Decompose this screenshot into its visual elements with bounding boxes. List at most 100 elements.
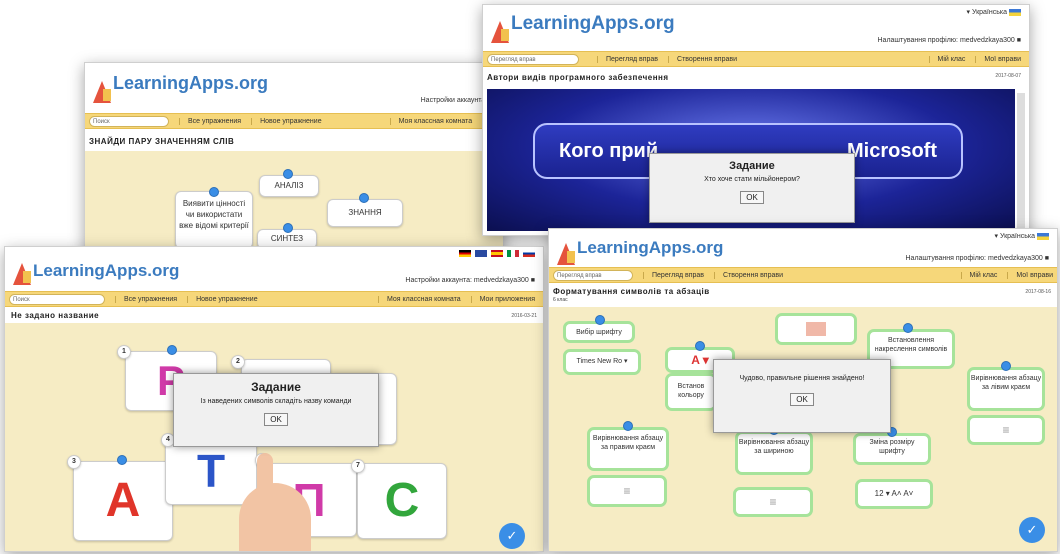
card-justify-icon[interactable]: ≡ bbox=[733, 487, 813, 517]
card-size-value[interactable]: 12 ▾ A˄ A˅ bbox=[855, 479, 933, 509]
nav-my-exercises[interactable]: Мої вправи bbox=[1007, 271, 1053, 279]
nav-classroom[interactable]: Моя классная комната bbox=[389, 117, 472, 125]
finger-icon bbox=[257, 453, 273, 503]
nav-all-exercises[interactable]: Все упражнения bbox=[115, 295, 177, 303]
nav-create[interactable]: Створення вправи bbox=[668, 55, 737, 63]
dialog-title: Задание bbox=[729, 160, 775, 172]
nav-create[interactable]: Створення вправи bbox=[714, 271, 783, 279]
logo-text: LearningApps.org bbox=[511, 13, 675, 34]
nav-new-exercise[interactable]: Новое упражнение bbox=[187, 295, 258, 303]
card-value[interactable]: Виявити цінності чи використати вже відо… bbox=[175, 191, 253, 249]
card-color[interactable]: Встанов кольору bbox=[665, 373, 717, 411]
logo-icon bbox=[93, 81, 111, 103]
letter-card[interactable]: Т bbox=[165, 437, 257, 505]
pin-icon bbox=[359, 193, 369, 203]
nav-all-exercises[interactable]: Все упражнения bbox=[179, 117, 241, 125]
dialog-text: Із наведених символів складіть назву ком… bbox=[200, 398, 352, 405]
card-knowledge[interactable]: ЗНАННЯ bbox=[327, 199, 403, 227]
number-badge: 1 bbox=[117, 345, 131, 359]
user-icon: ■ bbox=[530, 277, 535, 284]
date-label: 2017-08-07 bbox=[995, 73, 1021, 79]
letter: С bbox=[384, 474, 420, 527]
card-align-left[interactable]: Вирівнювання абзацу за лівим краєм bbox=[967, 367, 1045, 411]
pin-icon bbox=[167, 345, 177, 355]
card-align-left-icon[interactable]: ≡ bbox=[967, 415, 1045, 445]
ok-button[interactable]: OK bbox=[790, 393, 814, 406]
nav-browse[interactable]: Перегляд вправ bbox=[597, 55, 658, 63]
russian-flag-icon[interactable] bbox=[523, 250, 535, 257]
header: LearningApps.org ▾ Настройки аккаунта: m bbox=[85, 63, 503, 113]
banner-text-left: Кого прий bbox=[559, 139, 659, 162]
nav-browse[interactable]: Перегляд вправ bbox=[643, 271, 704, 279]
letter-card[interactable]: С bbox=[357, 463, 447, 539]
ok-button[interactable]: OK bbox=[264, 413, 288, 426]
account-settings[interactable]: Налаштування профілю: medvedzkaya300 ■ bbox=[878, 37, 1022, 44]
number-badge: 2 bbox=[231, 355, 245, 369]
logo-text: LearningApps.org bbox=[577, 238, 724, 257]
check-button[interactable]: ✓ bbox=[499, 523, 525, 549]
nav-my-class[interactable]: Мій клас bbox=[960, 271, 997, 279]
check-button[interactable]: ✓ bbox=[1019, 517, 1045, 543]
nav-classroom[interactable]: Моя классная комната bbox=[378, 295, 461, 303]
letter: А bbox=[105, 474, 141, 527]
logo-icon bbox=[13, 263, 31, 285]
uk-flag-icon[interactable] bbox=[475, 250, 488, 257]
nav-new-exercise[interactable]: Новое упражнение bbox=[251, 117, 322, 125]
page-subtitle: 6 клас bbox=[553, 297, 568, 303]
account-settings[interactable]: Настройки аккаунта: medvedzkaya300 ■ bbox=[405, 277, 535, 284]
number-badge: 7 bbox=[351, 459, 365, 473]
search-input[interactable]: Перегляд вправ bbox=[553, 269, 633, 281]
nav-bar: Поиск Все упражнения Новое упражнение Мо… bbox=[5, 291, 543, 307]
page-title: Автори видів програмного забезпечення bbox=[487, 73, 669, 82]
search-input[interactable]: Поиск bbox=[89, 115, 169, 127]
align-icon bbox=[806, 322, 826, 336]
pin-icon bbox=[283, 169, 293, 179]
pin-icon bbox=[695, 341, 705, 351]
italian-flag-icon[interactable] bbox=[507, 250, 520, 257]
task-dialog: Задание Із наведених символів складіть н… bbox=[173, 373, 379, 447]
language-select[interactable]: ▾ Українська bbox=[994, 232, 1049, 240]
banner-text-right: Microsoft bbox=[847, 139, 937, 162]
logo-icon bbox=[557, 243, 575, 265]
window-millionaire: LearningApps.org ▾ Українська Налаштуван… bbox=[482, 4, 1030, 236]
card-size[interactable]: Зміна розміру шрифту bbox=[853, 433, 931, 465]
pin-icon bbox=[117, 455, 127, 465]
card-align-icon[interactable] bbox=[775, 313, 857, 345]
task-dialog: Задание Хто хоче стати мільйонером? OK bbox=[649, 153, 855, 223]
pin-icon bbox=[903, 323, 913, 333]
letter-card[interactable]: А bbox=[73, 461, 173, 541]
nav-bar: Поиск Все упражнения Новое упражнение Мо… bbox=[85, 113, 503, 129]
header: LearningApps.org Настройки аккаунта: med… bbox=[5, 247, 543, 291]
nav-my-apps[interactable]: Мои приложения bbox=[470, 295, 535, 303]
window-find-pair: LearningApps.org ▾ Настройки аккаунта: m… bbox=[84, 62, 504, 252]
dialog-text: Чудово, правильне рішення знайдено! bbox=[739, 375, 865, 382]
ok-button[interactable]: OK bbox=[740, 191, 764, 204]
search-input[interactable]: Поиск bbox=[9, 293, 105, 305]
nav-bar: Перегляд вправ Перегляд вправ Створення … bbox=[483, 51, 1029, 67]
card-align-right[interactable]: Вирівнювання абзацу за правим краєм bbox=[587, 427, 669, 471]
scrollbar[interactable] bbox=[1017, 93, 1025, 233]
nav-my-exercises[interactable]: Мої вправи bbox=[975, 55, 1021, 63]
user-icon: ■ bbox=[1044, 255, 1049, 262]
success-dialog: Чудово, правильне рішення знайдено! OK bbox=[713, 359, 891, 433]
nav-my-class[interactable]: Мій клас bbox=[928, 55, 965, 63]
pin-icon bbox=[623, 421, 633, 431]
german-flag-icon[interactable] bbox=[459, 250, 472, 257]
language-flags[interactable] bbox=[457, 250, 535, 257]
pointing-hand-icon bbox=[239, 483, 311, 551]
card-justify[interactable]: Вирівнювання абзацу за шириною bbox=[735, 431, 813, 475]
exercise-area: Виявити цінності чи використати вже відо… bbox=[85, 151, 503, 251]
number-badge: 3 bbox=[67, 455, 81, 469]
card-align-right-icon[interactable]: ≡ bbox=[587, 475, 667, 507]
header: LearningApps.org ▾ Українська Налаштуван… bbox=[483, 5, 1029, 51]
logo-icon bbox=[491, 21, 509, 43]
card-font-value[interactable]: Times New Ro ▾ bbox=[563, 349, 641, 375]
search-input[interactable]: Перегляд вправ bbox=[487, 53, 579, 65]
ukraine-flag-icon bbox=[1037, 232, 1049, 240]
language-select[interactable]: ▾ Українська bbox=[966, 8, 1021, 16]
page-title: Не задано название bbox=[11, 311, 100, 320]
account-settings[interactable]: Налаштування профілю: medvedzkaya300 ■ bbox=[906, 255, 1050, 262]
spanish-flag-icon[interactable] bbox=[491, 250, 504, 257]
pin-icon bbox=[209, 187, 219, 197]
page-title: Форматування символів та абзаців bbox=[553, 287, 710, 296]
